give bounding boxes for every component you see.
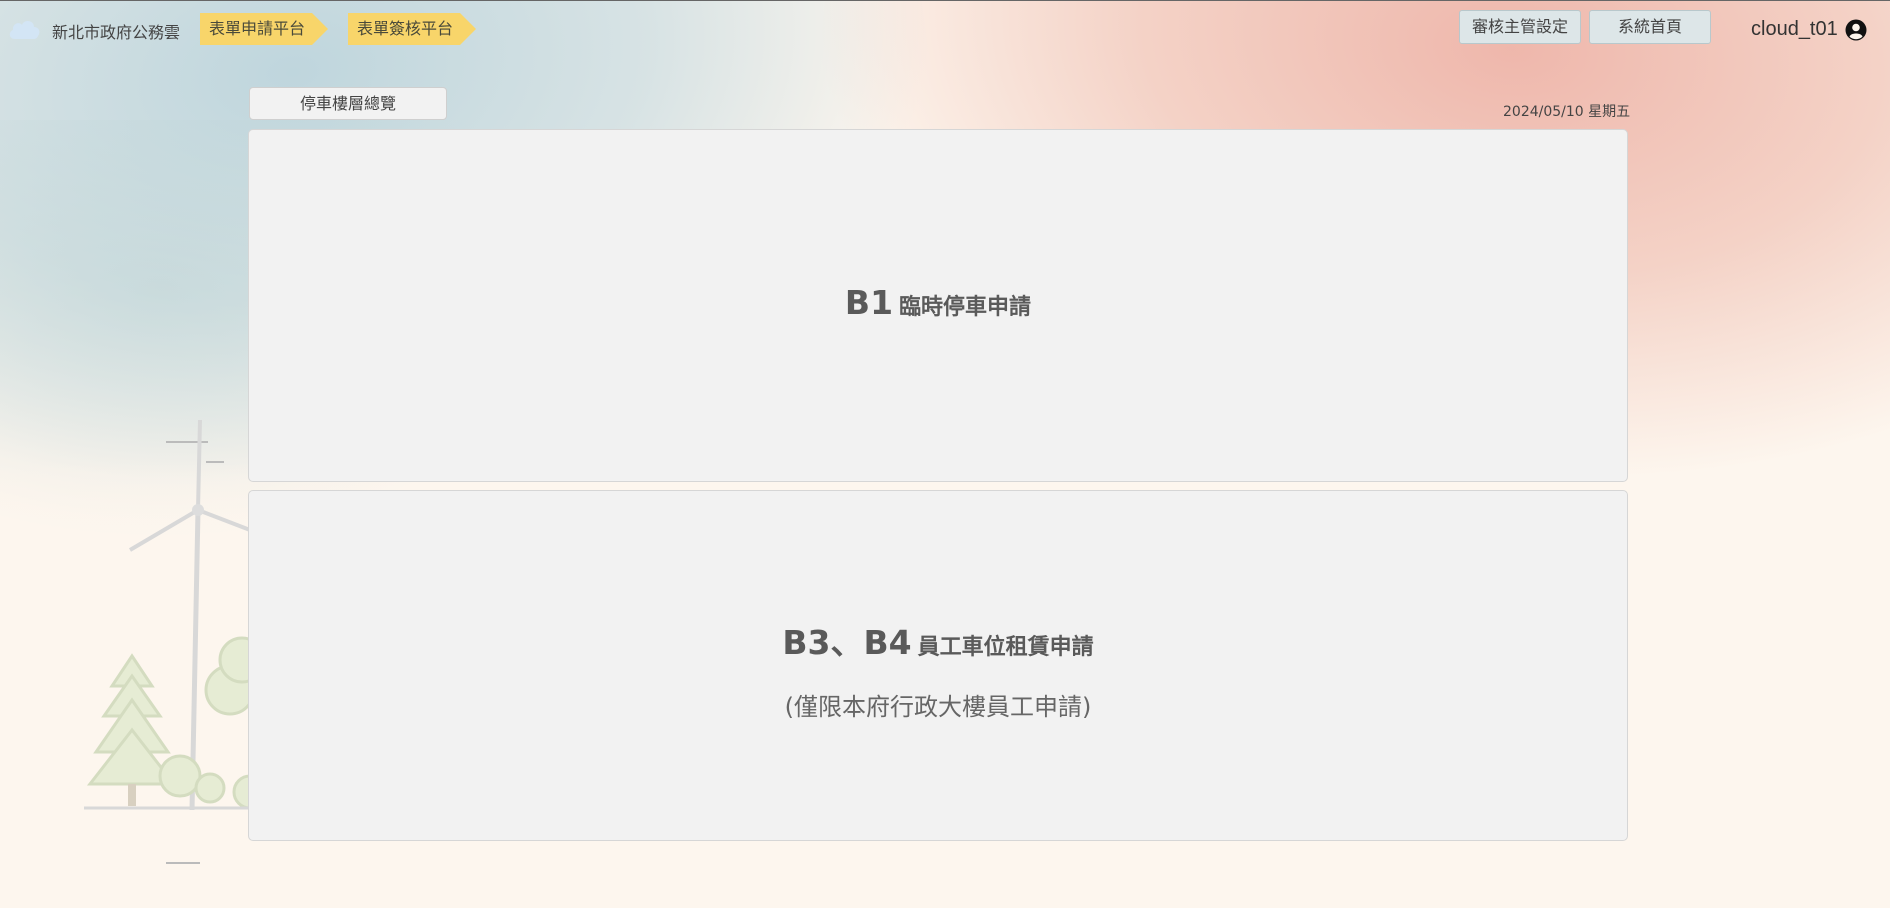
parking-floor-overview-button[interactable]: 停車樓層總覽 xyxy=(249,87,447,120)
cloud-icon xyxy=(9,21,40,39)
nav-tag-form-application[interactable]: 表單申請平台 xyxy=(200,13,328,45)
username[interactable]: cloud_t01 xyxy=(1751,18,1838,41)
windmill-trees-illustration xyxy=(84,419,268,811)
card-b3-b4-employee-parking-rental[interactable]: B3、B4 員工車位租賃申請 (僅限本府行政大樓員工申請) xyxy=(248,490,1628,841)
landscape-illustration xyxy=(60,380,268,884)
card-subtitle: (僅限本府行政大樓員工申請) xyxy=(784,693,1092,721)
card-label: 員工車位租賃申請 xyxy=(917,635,1094,660)
system-home-button[interactable]: 系統首頁 xyxy=(1589,10,1711,44)
card-code: B3、B4 xyxy=(782,623,912,662)
card-title: B3、B4 員工車位租賃申請 xyxy=(249,616,1627,664)
card-label: 臨時停車申請 xyxy=(899,295,1032,320)
card-code: B1 xyxy=(844,283,894,322)
org-name: 新北市政府公務雲 xyxy=(52,23,181,42)
user-circle-icon[interactable] xyxy=(1845,19,1867,41)
card-b1-temporary-parking[interactable]: B1 臨時停車申請 xyxy=(248,129,1628,482)
top-navigation-bar: 新北市政府公務雲 表單申請平台 表單簽核平台 審核主管設定 系統首頁 cloud… xyxy=(0,0,1890,56)
nav-tag-form-approval[interactable]: 表單簽核平台 xyxy=(348,13,476,45)
approval-supervisor-settings-button[interactable]: 審核主管設定 xyxy=(1459,10,1581,44)
current-date: 2024/05/10 星期五 xyxy=(1503,104,1631,120)
card-title: B1 臨時停車申請 xyxy=(249,283,1627,322)
